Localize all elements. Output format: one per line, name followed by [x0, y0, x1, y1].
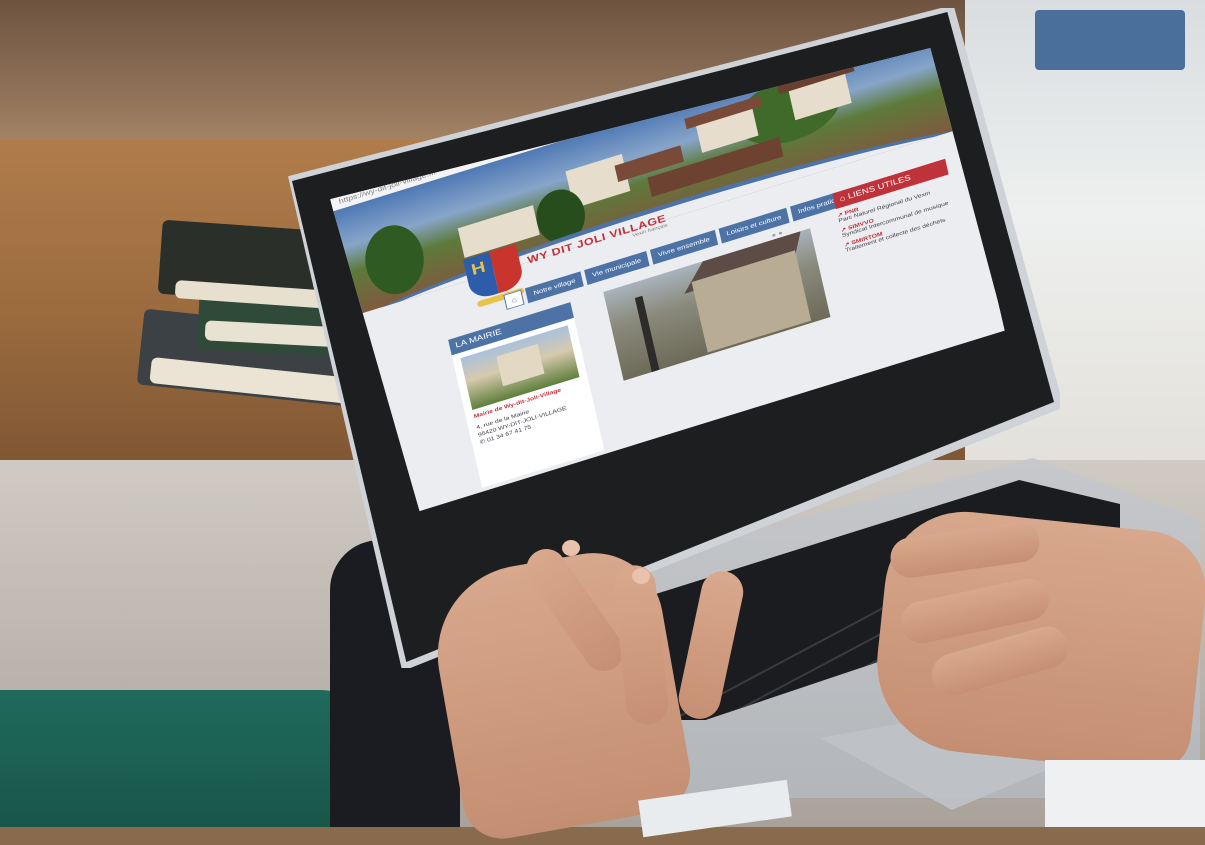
window-blue-object: [1035, 10, 1185, 70]
green-armchair: [0, 690, 380, 827]
mairie-card: LA MAIRIE Mairie de Wy-dit-Joli-Village …: [448, 302, 605, 488]
home-icon: ⌂: [510, 295, 518, 305]
mairie-address: 4, rue de la Mairie 95420 WY-DIT-JOLI-VI…: [476, 398, 569, 447]
street-lamp: [634, 295, 660, 373]
nav-notre-village[interactable]: Notre village: [525, 271, 584, 304]
white-shirt-cuff: [1045, 760, 1205, 827]
fingernail: [632, 568, 650, 584]
useful-links-panel: ⌂ LIENS UTILES ↗ PNR Parc Naturel Région…: [832, 158, 959, 254]
town-hall-building: [496, 343, 545, 387]
fingernail: [562, 540, 580, 556]
chapel-photo: [603, 228, 831, 381]
